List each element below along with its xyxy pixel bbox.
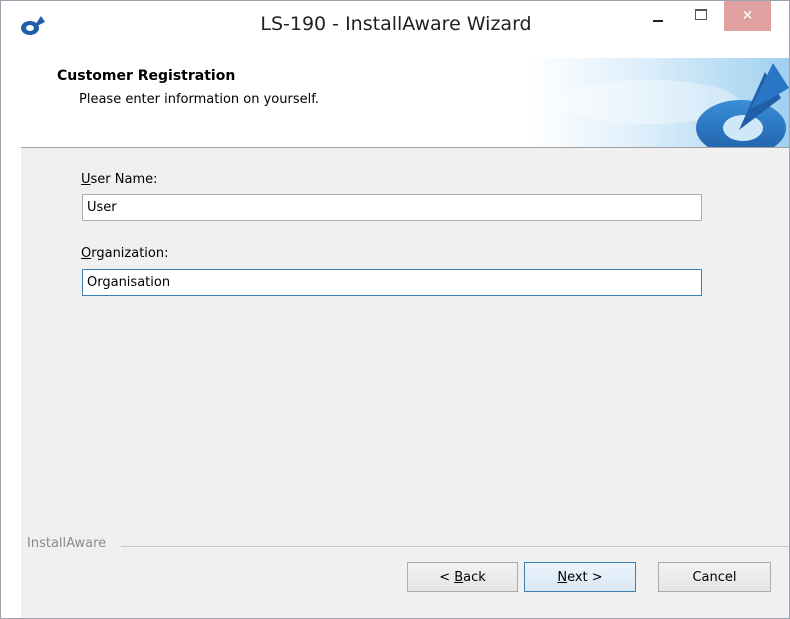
installaware-logo-graphic (529, 58, 789, 147)
page-header: Customer Registration Please enter infor… (21, 58, 789, 148)
back-button[interactable]: < Back (407, 562, 518, 592)
installer-window: LS-190 - InstallAware Wizard ✕ Customer … (0, 0, 790, 619)
organization-label: Organization: (81, 246, 169, 261)
minimize-button[interactable] (641, 1, 675, 31)
close-button[interactable]: ✕ (724, 1, 771, 31)
organization-input[interactable] (82, 269, 702, 296)
close-icon: ✕ (741, 8, 754, 24)
cancel-button[interactable]: Cancel (658, 562, 771, 592)
minimize-icon (653, 20, 663, 22)
footer-divider (121, 546, 789, 547)
installaware-branding-label: InstallAware (27, 536, 111, 551)
page-subtitle: Please enter information on yourself. (79, 92, 319, 107)
form-panel: User Name: Organization: InstallAware < … (21, 148, 789, 618)
user-name-input[interactable] (82, 194, 702, 221)
page-title: Customer Registration (57, 68, 236, 84)
user-name-label: User Name: (81, 172, 158, 187)
maximize-icon (695, 9, 707, 20)
next-button[interactable]: Next > (524, 562, 636, 592)
title-bar[interactable]: LS-190 - InstallAware Wizard ✕ (1, 1, 789, 47)
maximize-button[interactable] (683, 1, 717, 31)
